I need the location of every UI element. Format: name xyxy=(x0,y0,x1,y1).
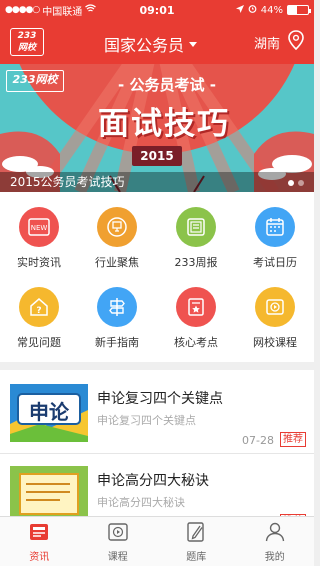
tab-label: 资讯 xyxy=(29,552,50,563)
region-label: 湖南 xyxy=(253,36,280,52)
banner-year: 2015 xyxy=(132,146,182,166)
svg-text:NEW: NEW xyxy=(31,224,48,232)
top-nav-bar: 233 网校 国家公务员 湖南 xyxy=(0,20,314,64)
grid-item-news[interactable]: NEW 实时资讯 xyxy=(0,197,78,272)
tab-label: 题库 xyxy=(186,552,207,563)
course-play-icon xyxy=(107,522,129,545)
carousel-indicator[interactable] xyxy=(288,180,304,186)
recommend-badge: 推荐 xyxy=(280,432,306,447)
clock: 09:01 xyxy=(139,3,175,17)
tab-news[interactable]: 资讯 xyxy=(0,517,79,566)
alarm-icon xyxy=(248,4,257,16)
tab-label: 我的 xyxy=(264,552,285,563)
banner-caption: 2015公务员考试技巧 xyxy=(10,175,125,189)
location-pin-icon xyxy=(288,30,304,54)
grid-label: 考试日历 xyxy=(253,256,297,269)
thumbnail-text: 申论 xyxy=(29,400,69,424)
question-bank-icon xyxy=(185,522,207,545)
news-title: 申论高分四大秘诀 xyxy=(97,473,209,489)
banner-kicker: - 公务员考试 - xyxy=(118,76,216,94)
signpost-icon xyxy=(97,287,137,327)
caret-down-icon xyxy=(189,41,198,47)
list-item[interactable]: 申论高分四大秘诀 申论高分四大秘诀 07-28 推荐 xyxy=(0,456,314,516)
grid-item-calendar[interactable]: 考试日历 xyxy=(236,197,314,272)
news-thumbnail xyxy=(10,466,88,516)
grid-label: 网校课程 xyxy=(253,336,297,349)
calendar-icon xyxy=(255,207,295,247)
grid-item-courses[interactable]: 网校课程 xyxy=(236,277,314,352)
exam-category-dropdown[interactable]: 国家公务员 xyxy=(104,32,198,56)
document-icon xyxy=(176,207,216,247)
question-house-icon: ? xyxy=(19,287,59,327)
tab-courses[interactable]: 课程 xyxy=(79,517,158,566)
banner-headline: 面试技巧 xyxy=(98,106,230,142)
target-icon xyxy=(97,207,137,247)
grid-label: 实时资讯 xyxy=(17,256,61,269)
grid-label: 行业聚焦 xyxy=(95,256,139,269)
logo-text-name: 网校 xyxy=(17,43,36,53)
news-subtitle: 申论高分四大秘诀 xyxy=(97,496,185,509)
tab-profile[interactable]: 我的 xyxy=(236,517,315,566)
promo-banner[interactable]: 233网校 - 公务员考试 - 面试技巧 2015 2015公务员考试技巧 xyxy=(0,64,314,192)
wifi-icon xyxy=(85,4,97,16)
star-document-icon xyxy=(176,287,216,327)
news-icon xyxy=(28,522,50,545)
location-arrow-icon xyxy=(235,4,244,16)
news-thumbnail: 申论 xyxy=(10,384,88,442)
news-subtitle: 申论复习四个关键点 xyxy=(97,414,196,427)
carousel-dot[interactable] xyxy=(288,180,294,186)
svg-text:?: ? xyxy=(36,306,41,316)
user-icon xyxy=(264,522,286,545)
play-icon xyxy=(255,287,295,327)
list-item[interactable]: 申论 申论复习四个关键点 申论复习四个关键点 07-28 推荐 xyxy=(0,374,314,454)
status-bar: ●●●●○ 中国联通 09:01 44% xyxy=(0,0,314,20)
grid-label: 常见问题 xyxy=(17,336,61,349)
grid-label: 核心考点 xyxy=(174,336,218,349)
region-selector[interactable]: 湖南 xyxy=(254,30,304,54)
news-list: 申论 申论复习四个关键点 申论复习四个关键点 07-28 推荐 申论高分四大秘诀… xyxy=(0,370,314,516)
grid-item-faq[interactable]: ? 常见问题 xyxy=(0,277,78,352)
news-date: 07-28 xyxy=(242,434,274,447)
grid-item-guide[interactable]: 新手指南 xyxy=(78,277,156,352)
battery-icon xyxy=(287,5,311,15)
exam-category-label: 国家公务员 xyxy=(104,36,185,55)
app-logo: 233 网校 xyxy=(10,28,44,56)
banner-logo: 233网校 xyxy=(6,70,64,92)
new-badge-icon: NEW xyxy=(19,207,59,247)
carrier-label: 中国联通 xyxy=(42,6,83,18)
grid-item-focus[interactable]: 行业聚焦 xyxy=(78,197,156,272)
logo-text-number: 233 xyxy=(17,31,37,41)
grid-label: 233周报 xyxy=(174,256,218,269)
carousel-dot[interactable] xyxy=(298,180,304,186)
signal-icon: ●●●●○ xyxy=(5,5,40,15)
category-grid: NEW 实时资讯 行业聚焦 233周报 考试日历 ? 常见问题 新手指南 核心考… xyxy=(0,192,314,362)
news-title: 申论复习四个关键点 xyxy=(97,391,223,407)
tab-label: 课程 xyxy=(107,552,128,563)
grid-label: 新手指南 xyxy=(95,336,139,349)
grid-item-weekly[interactable]: 233周报 xyxy=(157,197,235,272)
bottom-tab-bar: 资讯 课程 题库 我的 xyxy=(0,516,314,566)
grid-item-key-points[interactable]: 核心考点 xyxy=(157,277,235,352)
tab-question-bank[interactable]: 题库 xyxy=(157,517,236,566)
battery-percent: 44% xyxy=(260,4,283,16)
